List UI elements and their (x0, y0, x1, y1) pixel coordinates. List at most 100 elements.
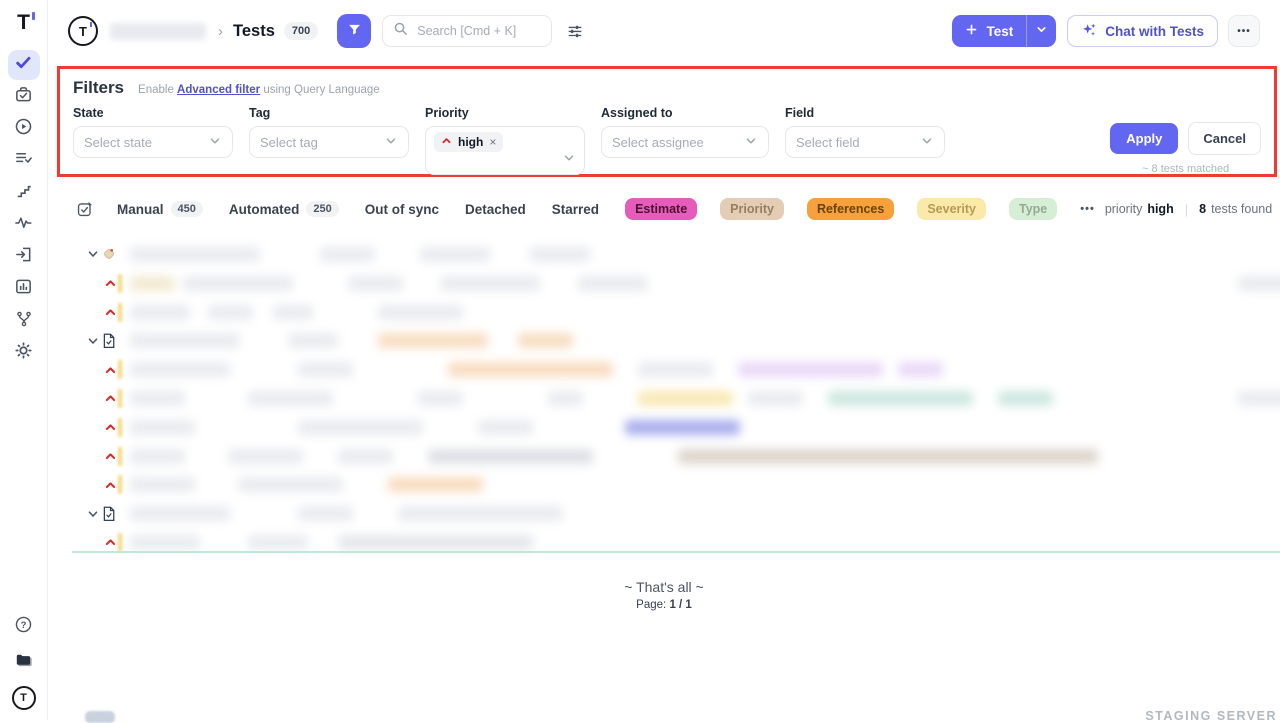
field-select[interactable]: Select field (785, 126, 945, 158)
chevron-down-icon (744, 134, 758, 151)
sidebar-item-tests[interactable] (8, 50, 40, 80)
priority-high-icon (104, 421, 117, 434)
sidebar-item-reports[interactable] (8, 274, 40, 304)
filter-actions: ApplyCancel ~ 8 tests matched (1110, 106, 1261, 175)
redacted-text-blob (348, 276, 403, 291)
new-test-button[interactable]: Test (952, 15, 1026, 47)
priority-select[interactable]: high× (425, 126, 585, 175)
select-all-icon[interactable] (76, 201, 93, 218)
advanced-filter-link[interactable]: Advanced filter (177, 84, 260, 96)
redacted-text-blob (1238, 276, 1280, 291)
chevron-down-icon[interactable] (86, 334, 100, 348)
priority-high-icon (104, 305, 117, 318)
project-name-redacted[interactable] (110, 23, 206, 40)
starred-strip (118, 303, 122, 322)
field-badge-priority[interactable]: Priority (720, 198, 784, 220)
field-badge-estimate[interactable]: Estimate (625, 198, 697, 220)
list-check-icon (14, 149, 33, 173)
redacted-text-blob (338, 535, 533, 550)
tab-detached[interactable]: Detached (465, 202, 526, 217)
redacted-text-blob (828, 391, 973, 406)
test-row[interactable] (48, 355, 1280, 384)
redacted-text-blob (130, 420, 195, 435)
search-icon (393, 21, 408, 41)
sidebar-item-branches[interactable] (8, 306, 40, 336)
priority-chip: high× (434, 132, 503, 152)
document-check-icon (101, 505, 116, 522)
field-label: State (73, 106, 233, 120)
badges-more-button[interactable]: ••• (1080, 203, 1095, 215)
filter-summary: priorityhigh | 8tests found (1105, 202, 1272, 217)
filter-button[interactable] (337, 14, 371, 48)
chevron-down-icon[interactable] (86, 507, 100, 521)
priority-high-icon (104, 277, 117, 290)
test-row[interactable] (48, 269, 1280, 298)
redacted-text-blob (298, 506, 353, 521)
sidebar-item-analytics[interactable] (8, 210, 40, 240)
sidebar-item-plans[interactable] (8, 82, 40, 112)
search-input[interactable] (415, 23, 541, 39)
search-settings-icon[interactable] (566, 22, 584, 40)
filters-subtitle: Enable Advanced filter using Query Langu… (138, 84, 380, 96)
starred-strip (118, 533, 122, 552)
starred-strip (118, 360, 122, 379)
app-logo-badge[interactable]: T (12, 686, 36, 710)
filter-field-tag: TagSelect tag (249, 106, 409, 158)
redacted-text-blob (208, 305, 253, 320)
field-badge-type[interactable]: Type (1009, 198, 1057, 220)
suite-row[interactable] (48, 240, 1280, 269)
gear-icon (14, 341, 33, 365)
filters-title: Filters (73, 78, 124, 98)
chip-remove-icon[interactable]: × (489, 135, 496, 149)
sidebar-item-settings[interactable] (8, 338, 40, 368)
play-circle-icon (14, 117, 33, 141)
sidebar-item-results[interactable] (8, 146, 40, 176)
sidebar-item-runs[interactable] (8, 114, 40, 144)
field-badge-severity[interactable]: Severity (917, 198, 986, 220)
project-avatar[interactable]: T (68, 16, 98, 46)
starred-strip (118, 389, 122, 408)
sidebar-item-steps[interactable] (8, 178, 40, 208)
page-title: Tests (233, 22, 275, 41)
redacted-text-blob (338, 449, 393, 464)
test-row[interactable] (48, 413, 1280, 442)
tab-starred[interactable]: Starred (552, 202, 599, 217)
test-row[interactable] (48, 442, 1280, 471)
tests-check-icon (15, 54, 32, 76)
new-test-dropdown[interactable] (1026, 15, 1056, 47)
tests-tree (48, 240, 1280, 558)
header-more-button[interactable]: ••• (1228, 15, 1260, 47)
briefcase-check-icon (14, 85, 33, 109)
tab-manual[interactable]: Manual450 (117, 201, 203, 217)
suite-row[interactable] (48, 326, 1280, 355)
help-icon[interactable]: ? (14, 615, 33, 639)
tag-select[interactable]: Select tag (249, 126, 409, 158)
folder-icon[interactable] (14, 651, 34, 674)
redacted-text-blob (418, 391, 463, 406)
field-badge-references[interactable]: References (807, 198, 894, 220)
filter-field-assigned-to: Assigned toSelect assignee (601, 106, 769, 158)
assigned-to-select[interactable]: Select assignee (601, 126, 769, 158)
redacted-text-blob (130, 535, 200, 550)
redacted-text-blob (530, 247, 590, 262)
redacted-text-blob (748, 391, 803, 406)
tab-automated[interactable]: Automated250 (229, 201, 339, 217)
sidebar-item-import[interactable] (8, 242, 40, 272)
chat-with-tests-button[interactable]: Chat with Tests (1067, 15, 1218, 47)
funnel-icon (347, 22, 362, 40)
test-row[interactable] (48, 384, 1280, 413)
suite-row[interactable] (48, 499, 1280, 528)
plus-icon (965, 23, 978, 39)
cancel-button[interactable]: Cancel (1188, 122, 1261, 155)
chevron-down-icon (1035, 23, 1048, 39)
breadcrumb-separator: › (218, 23, 223, 40)
apply-button[interactable]: Apply (1110, 123, 1178, 154)
test-row[interactable] (48, 470, 1280, 499)
tab-out-of-sync[interactable]: Out of sync (365, 202, 439, 217)
chevron-down-icon[interactable] (86, 247, 100, 261)
state-select[interactable]: Select state (73, 126, 233, 158)
test-row[interactable] (48, 298, 1280, 327)
end-of-list-note: ~ That's all ~ (48, 579, 1280, 595)
redacted-text-blob (130, 449, 185, 464)
staging-watermark: STAGING SERVER (1145, 709, 1277, 723)
